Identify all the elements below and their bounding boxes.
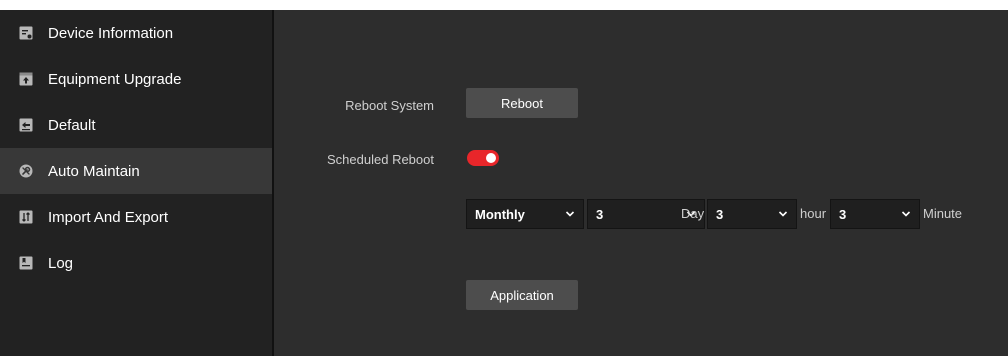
minute-select[interactable]: 3 bbox=[830, 199, 920, 229]
app-frame: Device Information Equipment Upgrade Def… bbox=[0, 10, 1008, 356]
day-select-value: 3 bbox=[596, 206, 604, 222]
device-info-icon bbox=[19, 26, 33, 40]
sidebar-item-device-information[interactable]: Device Information bbox=[0, 10, 272, 56]
sidebar-item-auto-maintain[interactable]: Auto Maintain bbox=[0, 148, 272, 194]
hour-select-value: 3 bbox=[716, 206, 724, 222]
hour-select[interactable]: 3 bbox=[707, 199, 797, 229]
sidebar-item-log[interactable]: Log bbox=[0, 240, 272, 286]
default-icon bbox=[19, 118, 33, 132]
frequency-select-value: Monthly bbox=[475, 206, 525, 222]
sidebar-item-label: Log bbox=[48, 254, 74, 272]
wrench-icon bbox=[19, 164, 33, 178]
auto-maintain-panel: Reboot System Reboot Scheduled Reboot Mo… bbox=[274, 10, 1008, 356]
scheduled-reboot-label: Scheduled Reboot bbox=[327, 152, 434, 167]
toggle-knob bbox=[486, 153, 496, 163]
sidebar-item-label: Default bbox=[48, 116, 96, 134]
scheduled-reboot-toggle[interactable] bbox=[467, 150, 499, 166]
application-button[interactable]: Application bbox=[466, 280, 578, 310]
sidebar-item-label: Auto Maintain bbox=[48, 162, 140, 180]
sidebar-item-default[interactable]: Default bbox=[0, 102, 272, 148]
day-unit-label: Day bbox=[681, 206, 705, 221]
chevron-down-icon bbox=[778, 211, 788, 217]
sidebar: Device Information Equipment Upgrade Def… bbox=[0, 10, 272, 356]
frequency-select[interactable]: Monthly bbox=[466, 199, 584, 229]
hour-unit-label: hour bbox=[800, 206, 827, 221]
reboot-system-label: Reboot System bbox=[345, 98, 434, 113]
minute-select-value: 3 bbox=[839, 206, 847, 222]
import-export-icon bbox=[19, 210, 33, 224]
log-icon bbox=[19, 256, 33, 270]
sidebar-item-label: Import And Export bbox=[48, 208, 169, 226]
upgrade-icon bbox=[19, 72, 33, 86]
sidebar-item-equipment-upgrade[interactable]: Equipment Upgrade bbox=[0, 56, 272, 102]
chevron-down-icon bbox=[901, 211, 911, 217]
sidebar-item-label: Equipment Upgrade bbox=[48, 70, 182, 88]
sidebar-item-import-and-export[interactable]: Import And Export bbox=[0, 194, 272, 240]
sidebar-item-label: Device Information bbox=[48, 24, 174, 42]
minute-unit-label: Minute bbox=[923, 206, 963, 221]
chevron-down-icon bbox=[565, 211, 575, 217]
reboot-button[interactable]: Reboot bbox=[466, 88, 578, 118]
